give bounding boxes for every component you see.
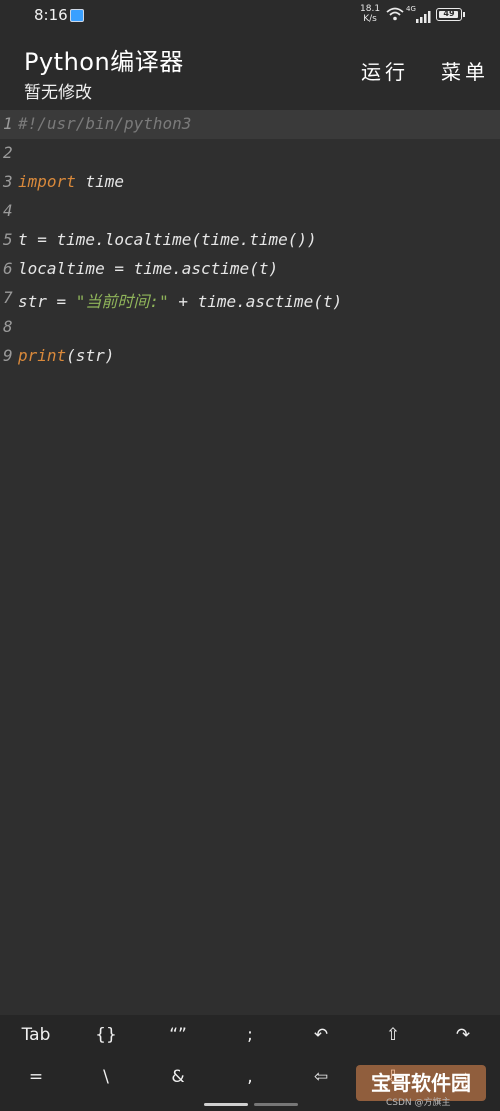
keyword-token: print (18, 346, 67, 365)
code-line[interactable]: 3 import time (0, 168, 500, 197)
code-text: str = "当前时间:" + time.asctime(t) (18, 288, 342, 312)
arrow-left-icon[interactable]: ⇦ (291, 1059, 351, 1095)
wifi-icon (386, 6, 404, 25)
battery-icon: 49 (436, 8, 465, 21)
code-line[interactable]: 6 localtime = time.asctime(t) (0, 255, 500, 284)
code-text: #!/usr/bin/python3 (18, 114, 192, 133)
app-title: Python编译器 (24, 48, 184, 76)
undo-icon[interactable]: ↶ (291, 1017, 351, 1053)
line-number: 7 (3, 288, 13, 307)
semicolon-key[interactable]: ; (220, 1017, 280, 1053)
status-bar: 8:16 18.1 K/s 4G 49 (0, 0, 500, 34)
menu-button[interactable]: 菜单 (441, 56, 489, 85)
code-line[interactable]: 1 #!/usr/bin/python3 (0, 110, 500, 139)
tab-key[interactable]: Tab (6, 1017, 66, 1053)
app-bar: Python编译器 暂无修改 运行 菜单 (0, 34, 500, 110)
status-time: 8:16 (34, 6, 68, 24)
ampersand-key[interactable]: & (148, 1059, 208, 1095)
line-number: 1 (3, 114, 13, 133)
watermark-caption: CSDN @方旗主 (386, 1098, 451, 1108)
network-speed-value: 18.1 (360, 4, 381, 14)
code-line[interactable]: 8 (0, 313, 500, 342)
redo-icon[interactable]: ↷ (433, 1017, 493, 1053)
network-type: 4G (406, 5, 416, 13)
code-line[interactable]: 4 (0, 197, 500, 226)
line-number: 8 (3, 317, 13, 336)
backslash-key[interactable]: \ (76, 1059, 136, 1095)
code-line[interactable]: 2 (0, 139, 500, 168)
file-status: 暂无修改 (24, 83, 92, 103)
string-token: "当前时间:" (75, 292, 169, 311)
gesture-nav-handle-secondary[interactable] (254, 1103, 298, 1106)
code-token: + time.asctime(t) (168, 292, 343, 311)
line-number: 6 (3, 259, 13, 278)
code-line[interactable]: 7 str = "当前时间:" + time.asctime(t) (0, 284, 500, 313)
network-speed: 18.1 K/s (360, 4, 380, 24)
quotes-key[interactable]: “” (148, 1017, 208, 1053)
line-number: 4 (3, 201, 13, 220)
battery-percent: 49 (443, 9, 455, 18)
equals-key[interactable]: = (6, 1059, 66, 1095)
code-text: import time (18, 172, 124, 191)
code-token: time (75, 172, 124, 191)
code-text: print(str) (18, 346, 114, 365)
signal-icon (416, 8, 432, 27)
code-line[interactable]: 5 t = time.localtime(time.time()) (0, 226, 500, 255)
braces-key[interactable]: {} (76, 1017, 136, 1053)
keyword-token: import (18, 172, 76, 191)
network-speed-unit: K/s (363, 14, 377, 24)
code-text: localtime = time.asctime(t) (18, 259, 279, 278)
code-editor[interactable]: 1 #!/usr/bin/python3 2 3 import time 4 5… (0, 110, 500, 1015)
code-text: t = time.localtime(time.time()) (18, 230, 317, 249)
code-token: (str) (66, 346, 115, 365)
code-line[interactable]: 9 print(str) (0, 342, 500, 371)
line-number: 3 (3, 172, 13, 191)
code-token: str = (18, 292, 76, 311)
line-number: 5 (3, 230, 13, 249)
run-button[interactable]: 运行 (361, 56, 409, 85)
comma-key[interactable]: , (220, 1059, 280, 1095)
gesture-nav-handle[interactable] (204, 1103, 248, 1106)
line-number: 2 (3, 143, 13, 162)
arrow-up-icon[interactable]: ⇧ (363, 1017, 423, 1053)
line-number: 9 (3, 346, 13, 365)
notification-app-icon (70, 9, 84, 22)
